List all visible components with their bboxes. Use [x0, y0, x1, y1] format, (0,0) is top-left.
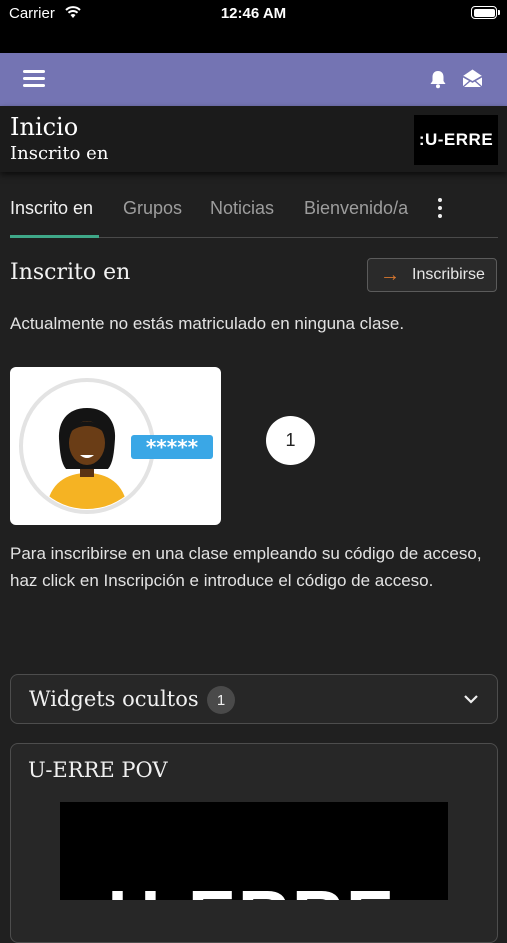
page-title: Inicio [10, 113, 79, 141]
empty-enrollment-text: Actualmente no estás matriculado en ning… [10, 314, 405, 333]
hidden-widgets-label: Widgets ocultos [29, 687, 199, 711]
section-title: Inscrito en [10, 260, 131, 285]
bell-icon[interactable] [428, 69, 448, 89]
u-erre-logo: :U-ERRE [414, 115, 498, 165]
enroll-button-label: Inscribirse [412, 266, 485, 283]
tab-inscrito-en[interactable]: Inscrito en [10, 198, 93, 219]
illustration-avatar-icon: ***** [19, 378, 213, 514]
pov-banner-text: :U-ERRE [82, 876, 396, 900]
hamburger-menu-icon[interactable] [18, 64, 50, 94]
envelope-open-icon[interactable] [461, 68, 484, 89]
enroll-illustration: ***** [10, 367, 221, 525]
vertical-ellipsis-icon[interactable] [431, 196, 449, 220]
battery-icon [471, 6, 497, 19]
illustration-code-text: ***** [146, 435, 199, 459]
hidden-widgets-panel[interactable]: Widgets ocultos 1 [10, 674, 498, 724]
chevron-down-icon [464, 695, 478, 704]
tab-bienvenido[interactable]: Bienvenido/a [304, 198, 408, 219]
clock: 12:46 AM [220, 5, 287, 22]
enroll-instructions: Para inscribirse en una clase empleando … [10, 544, 482, 590]
tab-grupos[interactable]: Grupos [123, 198, 182, 219]
hidden-widgets-count: 1 [207, 686, 235, 714]
logo-text: :U-ERRE [418, 130, 494, 149]
active-tab-indicator [10, 235, 99, 238]
step-number-badge: 1 [266, 416, 315, 465]
enroll-button[interactable]: → Inscribirse [367, 258, 497, 292]
page-subtitle: Inscrito en [10, 143, 109, 164]
battery-tip [498, 10, 500, 15]
arrow-right-icon: → [380, 264, 400, 286]
pov-banner-image[interactable]: :U-ERRE [60, 802, 448, 900]
status-bar: Carrier 12:46 AM [0, 0, 507, 53]
tab-noticias[interactable]: Noticias [210, 198, 274, 219]
pov-widget-title: U-ERRE POV [28, 758, 168, 782]
